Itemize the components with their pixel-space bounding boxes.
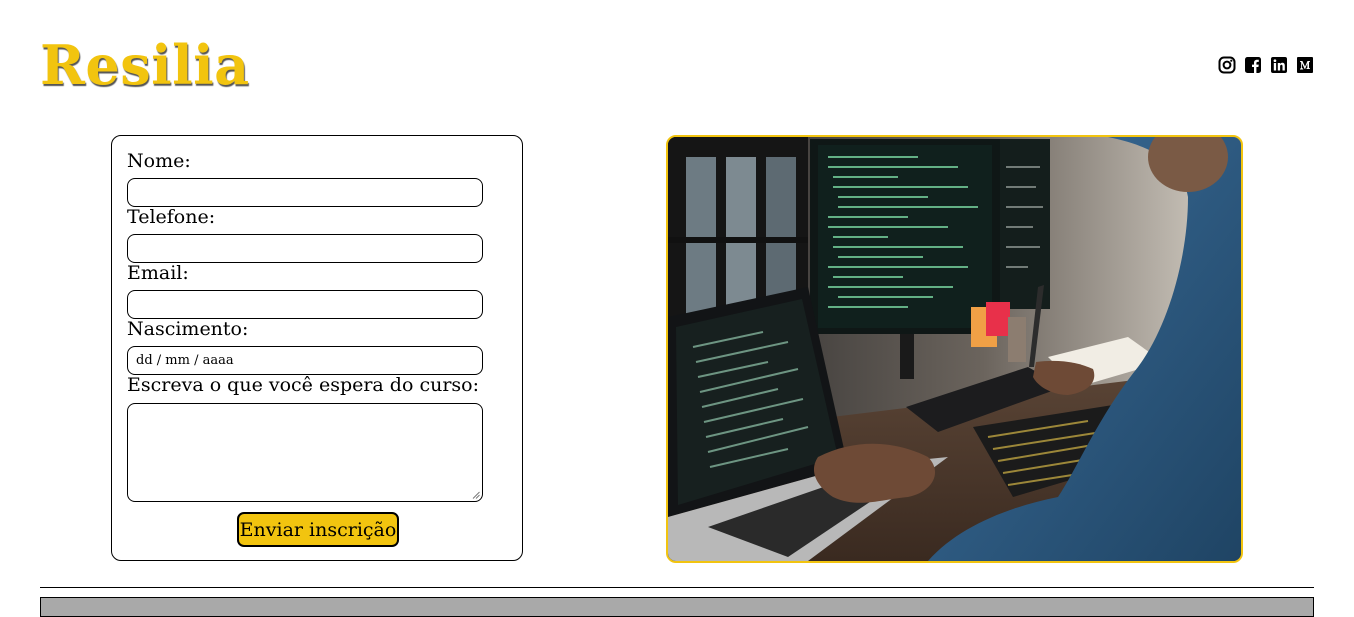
phone-label: Telefone: xyxy=(127,206,216,228)
medium-link[interactable] xyxy=(1296,56,1314,74)
name-label: Nome: xyxy=(127,150,191,172)
expectation-label: Escreva o que você espera do curso: xyxy=(127,374,479,396)
email-input[interactable] xyxy=(127,290,483,319)
linkedin-icon xyxy=(1271,57,1287,73)
email-label: Email: xyxy=(127,262,189,284)
facebook-icon xyxy=(1245,57,1261,73)
instagram-link[interactable] xyxy=(1218,56,1236,74)
site-logo: Resilia xyxy=(40,33,250,97)
facebook-link[interactable] xyxy=(1244,56,1262,74)
developer-workspace-illustration xyxy=(668,137,1241,561)
expectation-textarea[interactable] xyxy=(127,403,483,502)
footer-divider xyxy=(40,587,1314,588)
date-placeholder: dd / mm / aaaa xyxy=(136,353,234,368)
hero-photo xyxy=(666,135,1243,563)
registration-form: Nome: Telefone: Email: Nascimento: dd / … xyxy=(111,135,523,561)
instagram-icon xyxy=(1218,56,1236,74)
linkedin-link[interactable] xyxy=(1270,56,1288,74)
birth-date-input[interactable]: dd / mm / aaaa xyxy=(127,346,483,375)
submit-button[interactable]: Enviar inscrição xyxy=(237,512,399,547)
phone-input[interactable] xyxy=(127,234,483,263)
name-input[interactable] xyxy=(127,178,483,207)
birth-label: Nascimento: xyxy=(127,318,249,340)
footer-bar xyxy=(40,597,1314,617)
resize-grip-icon[interactable] xyxy=(472,491,480,499)
medium-icon xyxy=(1297,57,1313,73)
social-links xyxy=(1218,56,1314,74)
